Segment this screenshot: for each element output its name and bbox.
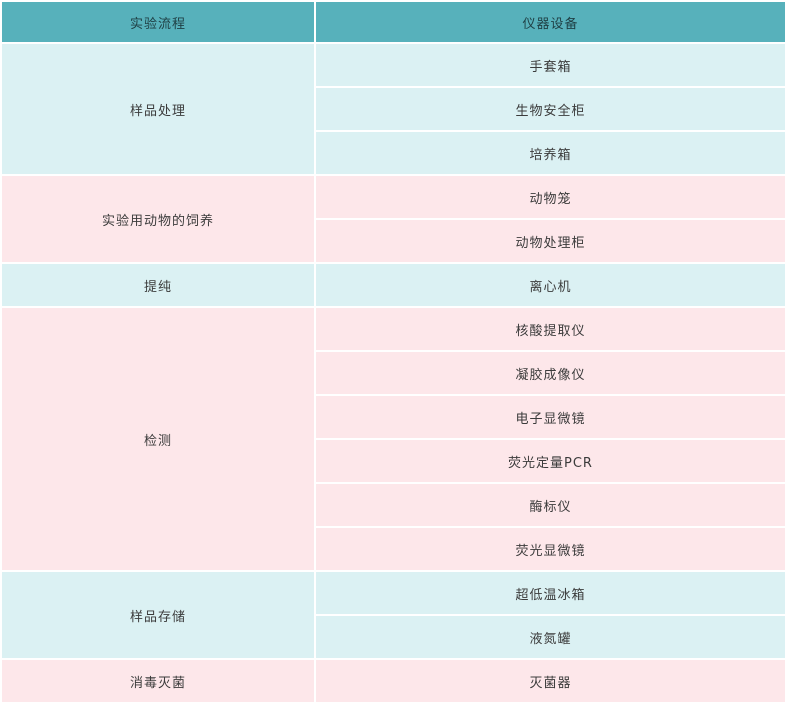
equipment-cell: 核酸提取仪 <box>314 306 785 352</box>
table-row: 消毒灭菌 灭菌器 <box>0 658 785 704</box>
equipment-cell: 液氮罐 <box>314 614 785 660</box>
equipment-cell: 荧光显微镜 <box>314 526 785 572</box>
equipment-cell: 动物处理柜 <box>314 218 785 264</box>
column-header-equipment: 仪器设备 <box>314 0 785 44</box>
table-row: 提纯 离心机 <box>0 262 785 308</box>
equipment-table: 实验流程 仪器设备 样品处理 手套箱 生物安全柜 培养箱 实验用动物的饲养 动物… <box>0 0 785 704</box>
table-row: 实验用动物的饲养 动物笼 <box>0 174 785 264</box>
equipment-cell: 培养箱 <box>314 130 785 176</box>
process-step-cell: 检测 <box>0 306 316 572</box>
column-header-process: 实验流程 <box>0 0 316 44</box>
table-row: 样品存储 超低温冰箱 <box>0 570 785 660</box>
process-step-cell: 实验用动物的饲养 <box>0 174 316 264</box>
equipment-cell: 动物笼 <box>314 174 785 220</box>
equipment-cell: 超低温冰箱 <box>314 570 785 616</box>
equipment-cell: 酶标仪 <box>314 482 785 528</box>
equipment-cell: 生物安全柜 <box>314 86 785 132</box>
equipment-cell: 凝胶成像仪 <box>314 350 785 396</box>
process-step-cell: 提纯 <box>0 262 316 308</box>
table-header-row: 实验流程 仪器设备 <box>0 0 785 44</box>
equipment-cell: 手套箱 <box>314 42 785 88</box>
table-row: 样品处理 手套箱 <box>0 42 785 176</box>
process-step-cell: 样品处理 <box>0 42 316 176</box>
equipment-cell: 荧光定量PCR <box>314 438 785 484</box>
process-step-cell: 消毒灭菌 <box>0 658 316 704</box>
process-step-cell: 样品存储 <box>0 570 316 660</box>
table-row: 检测 核酸提取仪 <box>0 306 785 572</box>
equipment-cell: 灭菌器 <box>314 658 785 704</box>
equipment-cell: 电子显微镜 <box>314 394 785 440</box>
equipment-cell: 离心机 <box>314 262 785 308</box>
